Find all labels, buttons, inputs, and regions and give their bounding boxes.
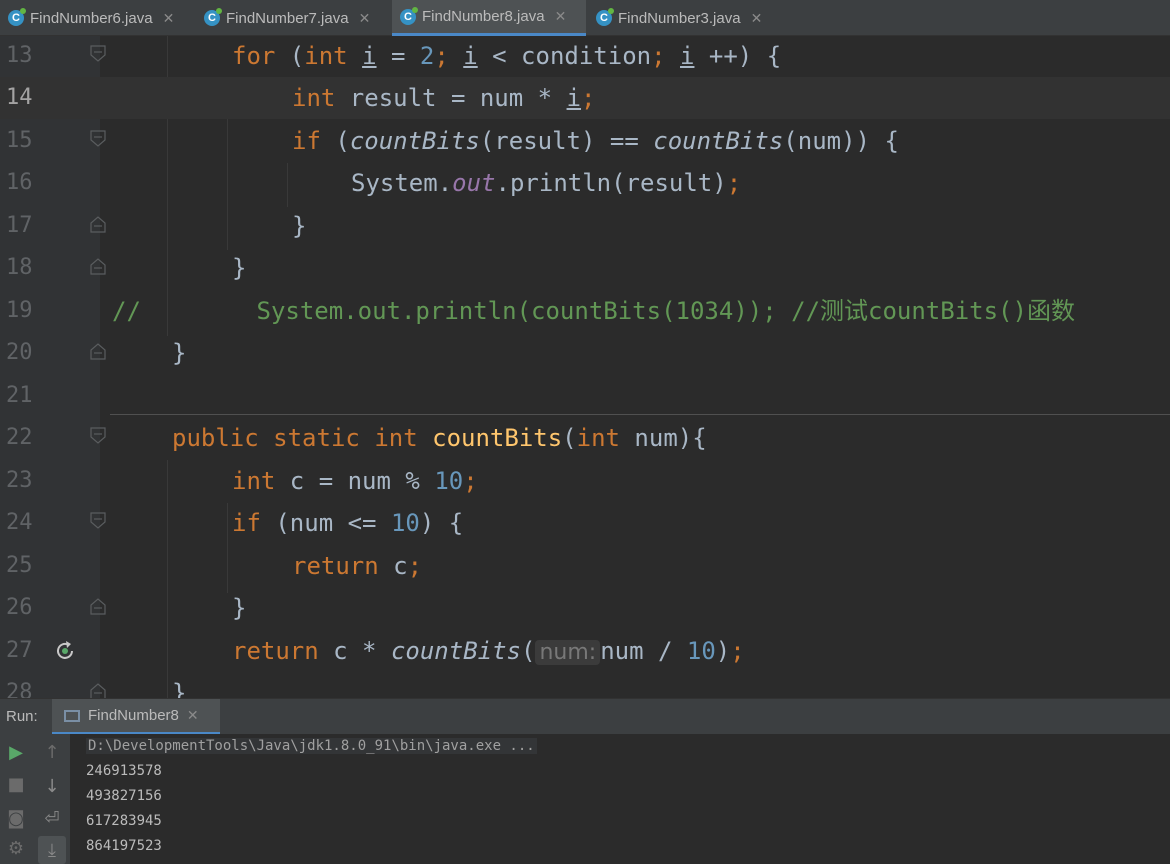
recursive-call-icon[interactable] [53,639,77,663]
stop-icon[interactable]: ■ [2,770,30,798]
code-editor[interactable]: 13 for (int i = 2; i < condition; i ++) … [0,36,1170,698]
fold-icon[interactable] [90,45,106,63]
close-icon[interactable]: ✕ [751,10,763,27]
code-line-15: 15 if (countBits(result) == countBits(nu… [0,120,1170,162]
code-line-19: 19 // System.out.println(countBits(1034)… [0,290,1170,332]
code-line-22: 22 public static int countBits(int num){ [0,417,1170,459]
tab-findnumber3[interactable]: C FindNumber3.java ✕ [596,0,782,36]
fold-end-icon[interactable] [90,215,106,233]
code-line-26: 26 } [0,587,1170,629]
line-number: 28 [6,680,33,698]
code-comment: // System.out.println(countBits(1034)); … [112,297,1075,325]
code-text: } [172,339,187,367]
code-line-18: 18 } [0,247,1170,289]
camera-icon[interactable]: ◙ [2,804,30,832]
close-icon[interactable]: ✕ [555,8,567,25]
code-text: return c; [292,552,423,580]
code-text: int c = num % 10; [232,467,478,495]
code-line-24: 24 if (num <= 10) { [0,502,1170,544]
code-text: if (num <= 10) { [232,509,464,537]
code-text: public static int countBits(int num){ [172,424,707,452]
run-console[interactable]: ▶ ■ ◙ ⚙ ↑ ↓ ⏎ ⤓ D:\DevelopmentTools\Java… [0,734,1170,864]
line-number: 27 [6,638,33,663]
close-icon[interactable]: ✕ [187,707,199,724]
close-icon[interactable]: ✕ [359,10,371,27]
fold-icon[interactable] [90,512,106,530]
console-output-line: 246913578 [86,763,162,779]
tab-findnumber8[interactable]: C FindNumber8.java ✕ [392,0,586,36]
tab-label: FindNumber8.java [422,8,545,25]
java-class-icon: C [204,8,222,26]
line-number: 16 [6,170,33,195]
code-text: } [172,679,187,698]
fold-icon[interactable] [90,130,106,148]
console-window-icon [64,709,80,722]
rerun-icon[interactable]: ▶ [2,738,30,766]
java-class-icon: C [400,6,418,25]
line-number: 14 [6,85,33,110]
console-output-line: 617283945 [86,813,162,829]
run-tab-label: FindNumber8 [88,707,179,724]
code-line-28: 28 } [0,672,1170,698]
fold-end-icon[interactable] [90,257,106,275]
code-text: int result = num * i; [292,84,596,112]
console-output-line: 493827156 [86,788,162,804]
tab-findnumber7[interactable]: C FindNumber7.java ✕ [204,0,390,36]
code-text: } [292,212,307,240]
line-number: 13 [6,43,33,68]
code-text: return c * countBits(num: num / 10); [232,637,745,665]
java-class-icon: C [596,8,614,26]
line-number: 19 [6,298,33,323]
code-text: if (countBits(result) == countBits(num))… [292,127,899,155]
editor-tab-bar: C FindNumber6.java ✕ C FindNumber7.java … [0,0,1170,36]
tab-label: FindNumber7.java [226,9,349,27]
code-line-17: 17 } [0,205,1170,247]
run-tab-findnumber8[interactable]: FindNumber8 ✕ [52,699,220,735]
code-line-27: 27 return c * countBits(num: num / 10); [0,630,1170,672]
line-number: 23 [6,468,33,493]
line-number: 21 [6,383,33,408]
arrow-down-icon[interactable]: ↓ [38,772,66,800]
code-text: for (int i = 2; i < condition; i ++) { [232,42,782,70]
code-line-25: 25 return c; [0,545,1170,587]
line-number: 20 [6,340,33,365]
tab-label: FindNumber6.java [30,9,153,27]
run-tool-window-header: Run: FindNumber8 ✕ [0,698,1170,735]
close-icon[interactable]: ✕ [163,10,175,27]
line-number: 17 [6,213,33,238]
parameter-hint: num: [535,640,601,665]
arrow-up-icon[interactable]: ↑ [38,738,66,766]
settings-icon[interactable]: ⚙ [2,834,30,862]
console-command-line: D:\DevelopmentTools\Java\jdk1.8.0_91\bin… [86,738,537,754]
tab-findnumber6[interactable]: C FindNumber6.java ✕ [8,0,194,36]
code-text: System.out.println(result); [351,169,742,197]
line-number: 22 [6,425,33,450]
code-line-23: 23 int c = num % 10; [0,460,1170,502]
scroll-to-end-icon[interactable]: ⤓ [38,836,66,864]
code-line-13: 13 for (int i = 2; i < condition; i ++) … [0,36,1170,77]
java-class-icon: C [8,8,26,26]
fold-end-icon[interactable] [90,597,106,615]
tab-label: FindNumber3.java [618,9,741,27]
code-line-20: 20 } [0,332,1170,374]
run-label: Run: [6,708,38,725]
code-line-16: 16 System.out.println(result); [0,162,1170,204]
line-number: 25 [6,553,33,578]
code-line-21: 21 [0,375,1170,417]
fold-end-icon[interactable] [90,682,106,698]
line-number: 18 [6,255,33,280]
fold-end-icon[interactable] [90,342,106,360]
code-text: } [232,594,247,622]
code-text: } [232,254,247,282]
fold-icon[interactable] [90,427,106,445]
code-line-14: 14 int result = num * i; [0,77,1170,119]
line-number: 15 [6,128,33,153]
line-number: 26 [6,595,33,620]
soft-wrap-icon[interactable]: ⏎ [38,804,66,832]
run-toolbar: ▶ ■ ◙ ⚙ ↑ ↓ ⏎ ⤓ [0,734,70,864]
line-number: 24 [6,510,33,535]
console-output-line: 864197523 [86,838,162,854]
